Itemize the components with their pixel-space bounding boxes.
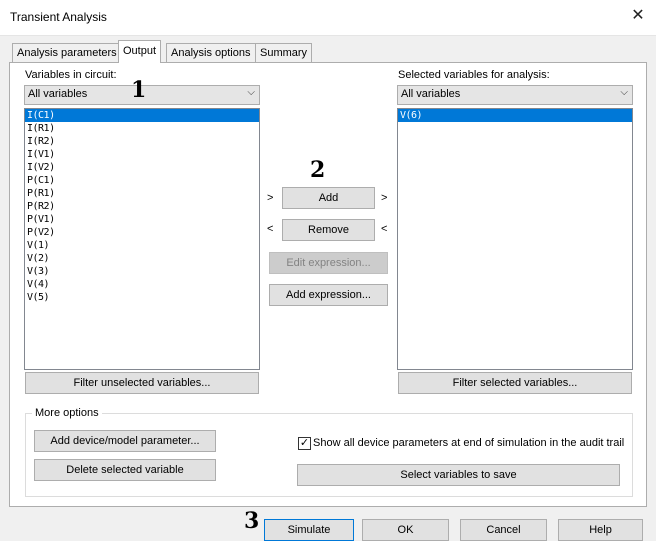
remove-arrow-right-marker: < bbox=[381, 223, 388, 235]
show-params-label: Show all device parameters at end of sim… bbox=[313, 437, 625, 449]
add-device-parameter-button[interactable]: Add device/model parameter... bbox=[34, 430, 216, 452]
list-item[interactable]: I(C1) bbox=[25, 109, 259, 122]
window-title: Transient Analysis bbox=[10, 10, 107, 24]
list-item[interactable]: V(4) bbox=[25, 278, 259, 291]
list-item[interactable]: V(6) bbox=[398, 109, 632, 122]
list-item[interactable]: I(V2) bbox=[25, 161, 259, 174]
add-arrow-right-marker: > bbox=[381, 192, 388, 204]
tab-analysis-parameters[interactable]: Analysis parameters bbox=[12, 43, 122, 62]
selected-variables-label: Selected variables for analysis: bbox=[398, 69, 550, 81]
add-button[interactable]: Add bbox=[282, 187, 375, 209]
add-arrow-left-marker: > bbox=[267, 192, 274, 204]
list-item[interactable]: P(V1) bbox=[25, 213, 259, 226]
list-item[interactable]: P(R1) bbox=[25, 187, 259, 200]
list-item[interactable]: I(R2) bbox=[25, 135, 259, 148]
right-filter-value: All variables bbox=[401, 88, 461, 100]
left-filter-value: All variables bbox=[28, 88, 88, 100]
annotation-3: 3 bbox=[244, 508, 260, 534]
list-item[interactable]: V(3) bbox=[25, 265, 259, 278]
tab-summary[interactable]: Summary bbox=[255, 43, 313, 62]
list-item[interactable]: V(1) bbox=[25, 239, 259, 252]
list-item[interactable]: I(R1) bbox=[25, 122, 259, 135]
list-item[interactable]: I(V1) bbox=[25, 148, 259, 161]
list-item[interactable]: V(5) bbox=[25, 291, 259, 304]
chevron-down-icon: ⌵ bbox=[247, 87, 255, 98]
more-options-title: More options bbox=[32, 407, 102, 419]
list-item[interactable]: V(2) bbox=[25, 252, 259, 265]
show-params-checkbox[interactable]: ✓ bbox=[298, 437, 311, 450]
add-expression-button[interactable]: Add expression... bbox=[269, 284, 388, 306]
edit-expression-button[interactable]: Edit expression... bbox=[269, 252, 388, 274]
remove-button[interactable]: Remove bbox=[282, 219, 375, 241]
annotation-2: 2 bbox=[310, 157, 326, 183]
list-item[interactable]: P(V2) bbox=[25, 226, 259, 239]
right-filter-dropdown[interactable]: All variables ⌵ bbox=[397, 85, 633, 105]
delete-selected-variable-button[interactable]: Delete selected variable bbox=[34, 459, 216, 481]
selected-variables-list[interactable]: V(6) bbox=[397, 108, 633, 370]
chevron-down-icon: ⌵ bbox=[620, 87, 628, 98]
filter-selected-button[interactable]: Filter selected variables... bbox=[398, 372, 632, 394]
remove-arrow-left-marker: < bbox=[267, 223, 274, 235]
list-item[interactable]: P(C1) bbox=[25, 174, 259, 187]
select-variables-to-save-button[interactable]: Select variables to save bbox=[297, 464, 620, 486]
filter-unselected-button[interactable]: Filter unselected variables... bbox=[25, 372, 259, 394]
variables-in-circuit-list[interactable]: I(C1) I(R1) I(R2) I(V1) I(V2) P(C1) P(R1) P(R2)… bbox=[24, 108, 260, 370]
checkmark-icon: ✓ bbox=[299, 437, 310, 449]
close-icon[interactable]: ✕ bbox=[628, 6, 648, 26]
variables-in-circuit-label: Variables in circuit: bbox=[25, 69, 117, 81]
tab-output[interactable]: Output bbox=[118, 40, 162, 63]
tab-analysis-options[interactable]: Analysis options bbox=[166, 43, 256, 62]
list-item[interactable]: P(R2) bbox=[25, 200, 259, 213]
annotation-1: 1 bbox=[131, 77, 147, 103]
